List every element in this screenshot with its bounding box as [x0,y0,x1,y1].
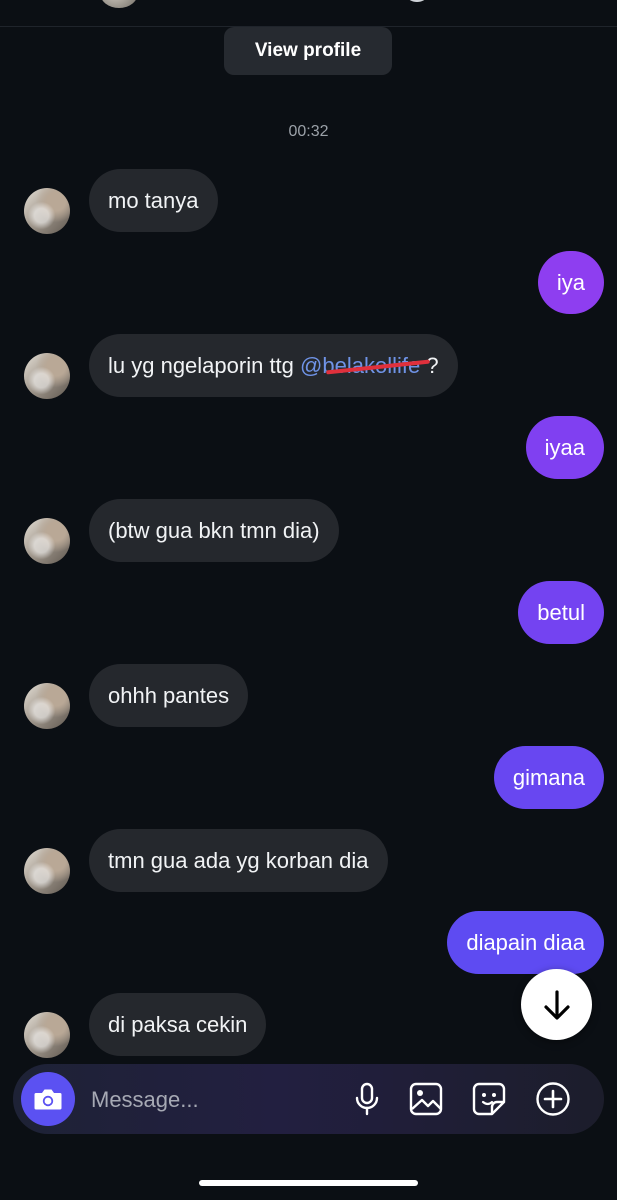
plus-icon [536,1082,570,1116]
outgoing-message[interactable]: iya [537,251,604,314]
message-text: di paksa cekin [108,1011,248,1037]
sticker-icon [472,1082,506,1116]
incoming-message[interactable]: tmn gua ada yg korban dia [89,829,388,892]
microphone-icon [355,1082,379,1116]
header-icon[interactable] [408,0,426,2]
outgoing-message[interactable]: iyaa [525,416,604,479]
message-text: mo tanya [108,187,199,213]
top-bar [0,0,617,27]
incoming-message[interactable]: lu yg ngelaporin ttg @belakollife ? [89,334,458,397]
message-text: (btw gua bkn tmn dia) [108,517,320,543]
incoming-message[interactable]: ohhh pantes [89,664,249,727]
message-timestamp: 00:32 [288,123,329,140]
outgoing-message[interactable]: diapain diaa [447,911,604,974]
sender-avatar[interactable] [24,683,70,729]
message-text: diapain diaa [466,929,585,955]
view-profile-button[interactable]: View profile [224,27,392,75]
sender-avatar[interactable] [24,353,70,399]
gallery-icon [409,1082,443,1116]
message-text: gimana [512,764,585,790]
message-text: iyaa [544,434,585,460]
home-indicator[interactable] [199,1180,418,1186]
header-avatar[interactable] [100,0,138,8]
message-text: ohhh pantes [108,682,230,708]
arrow-down-icon [543,989,570,1020]
outgoing-message[interactable]: betul [518,581,604,644]
microphone-button[interactable] [349,1081,385,1117]
outgoing-message[interactable]: gimana [493,746,604,809]
incoming-message[interactable]: (btw gua bkn tmn dia) [89,499,339,562]
sender-avatar[interactable] [24,518,70,564]
message-composer [13,1064,604,1136]
sender-avatar[interactable] [24,848,70,894]
message-text: betul [537,599,585,625]
incoming-message[interactable]: mo tanya [89,169,218,232]
scroll-to-bottom-button[interactable] [521,969,592,1040]
camera-icon [34,1089,62,1110]
gallery-button[interactable] [408,1081,444,1117]
sender-avatar[interactable] [24,1012,70,1058]
incoming-message[interactable]: di paksa cekin [89,993,267,1056]
message-text: lu yg ngelaporin ttg [108,352,301,378]
message-text: ? [420,352,439,378]
camera-button[interactable] [21,1072,75,1126]
message-text: tmn gua ada yg korban dia [108,847,369,873]
mention-link[interactable]: @belakollife [300,353,431,379]
message-input[interactable] [89,1064,343,1136]
message-text: iya [556,269,585,295]
sticker-button[interactable] [471,1081,507,1117]
sender-avatar[interactable] [24,188,70,234]
add-button[interactable] [535,1081,571,1117]
